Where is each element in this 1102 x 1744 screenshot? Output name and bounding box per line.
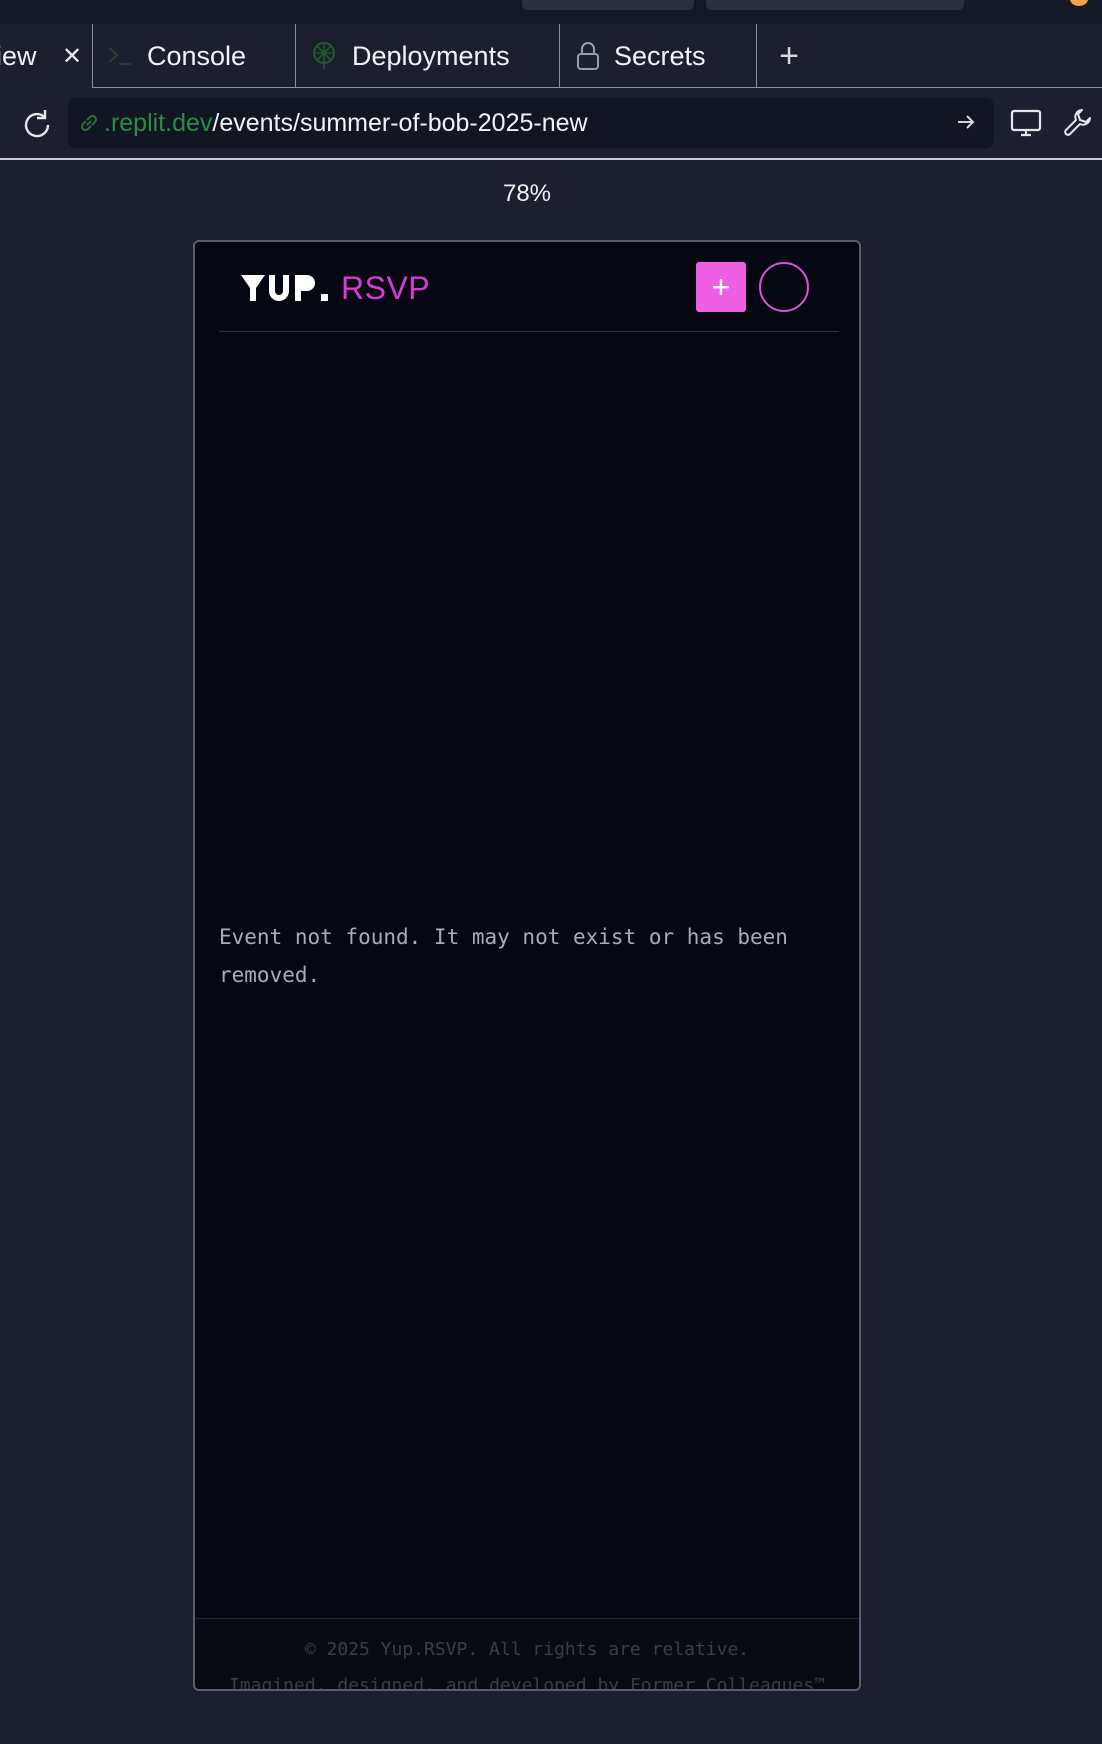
tab-webview-label: iew: [0, 40, 37, 71]
tab-deployments-label: Deployments: [352, 40, 510, 71]
deployments-icon: [310, 41, 338, 71]
not-found-message: Event not found. It may not exist or has…: [219, 925, 788, 987]
tab-deployments[interactable]: Deployments: [296, 24, 560, 88]
footer-copyright: © 2025 Yup.RSVP. All rights are relative…: [304, 1639, 750, 1660]
add-event-button[interactable]: +: [696, 262, 746, 312]
avatar[interactable]: [759, 262, 809, 312]
reload-icon[interactable]: [20, 108, 54, 142]
app-header: RSVP +: [219, 242, 839, 332]
tab-console-label: Console: [147, 40, 247, 71]
lock-icon: [576, 41, 600, 71]
url-host: .replit.dev: [104, 108, 213, 137]
new-tab-button[interactable]: +: [757, 24, 821, 88]
logo-suffix: RSVP: [341, 269, 431, 306]
tab-secrets[interactable]: Secrets: [560, 24, 757, 88]
preview-frame: RSVP + Event not found. It may not exist…: [193, 240, 861, 1691]
zoom-level: 78%: [502, 180, 552, 207]
logo[interactable]: RSVP: [241, 266, 430, 310]
status-dot: [1070, 0, 1088, 6]
arrow-right-icon[interactable]: [954, 110, 978, 134]
url-path: /events/summer-of-bob-2025-new: [212, 108, 588, 137]
url-input[interactable]: .replit.dev/events/summer-of-bob-2025-ne…: [68, 98, 994, 148]
monitor-icon[interactable]: [1010, 108, 1042, 143]
tab-secrets-label: Secrets: [614, 40, 706, 71]
app-footer: © 2025 Yup.RSVP. All rights are relative…: [195, 1618, 859, 1691]
top-strip-pill: [522, 0, 694, 10]
top-strip-pill: [706, 0, 964, 10]
tab-console[interactable]: Console: [93, 24, 296, 88]
link-icon: [78, 112, 100, 134]
address-row: .replit.dev/events/summer-of-bob-2025-ne…: [0, 88, 1102, 160]
window-top-strip: [0, 0, 1102, 24]
footer-credit: Imagined, designed, and developed by For…: [228, 1675, 826, 1691]
tab-webview[interactable]: iew ✕: [0, 24, 93, 88]
terminal-icon: [107, 45, 133, 67]
logo-mark: [241, 273, 333, 303]
close-icon[interactable]: ✕: [62, 42, 82, 71]
tab-bar: iew ✕ Console Deployments Secrets +: [0, 24, 1102, 88]
wrench-icon[interactable]: [1062, 106, 1094, 143]
